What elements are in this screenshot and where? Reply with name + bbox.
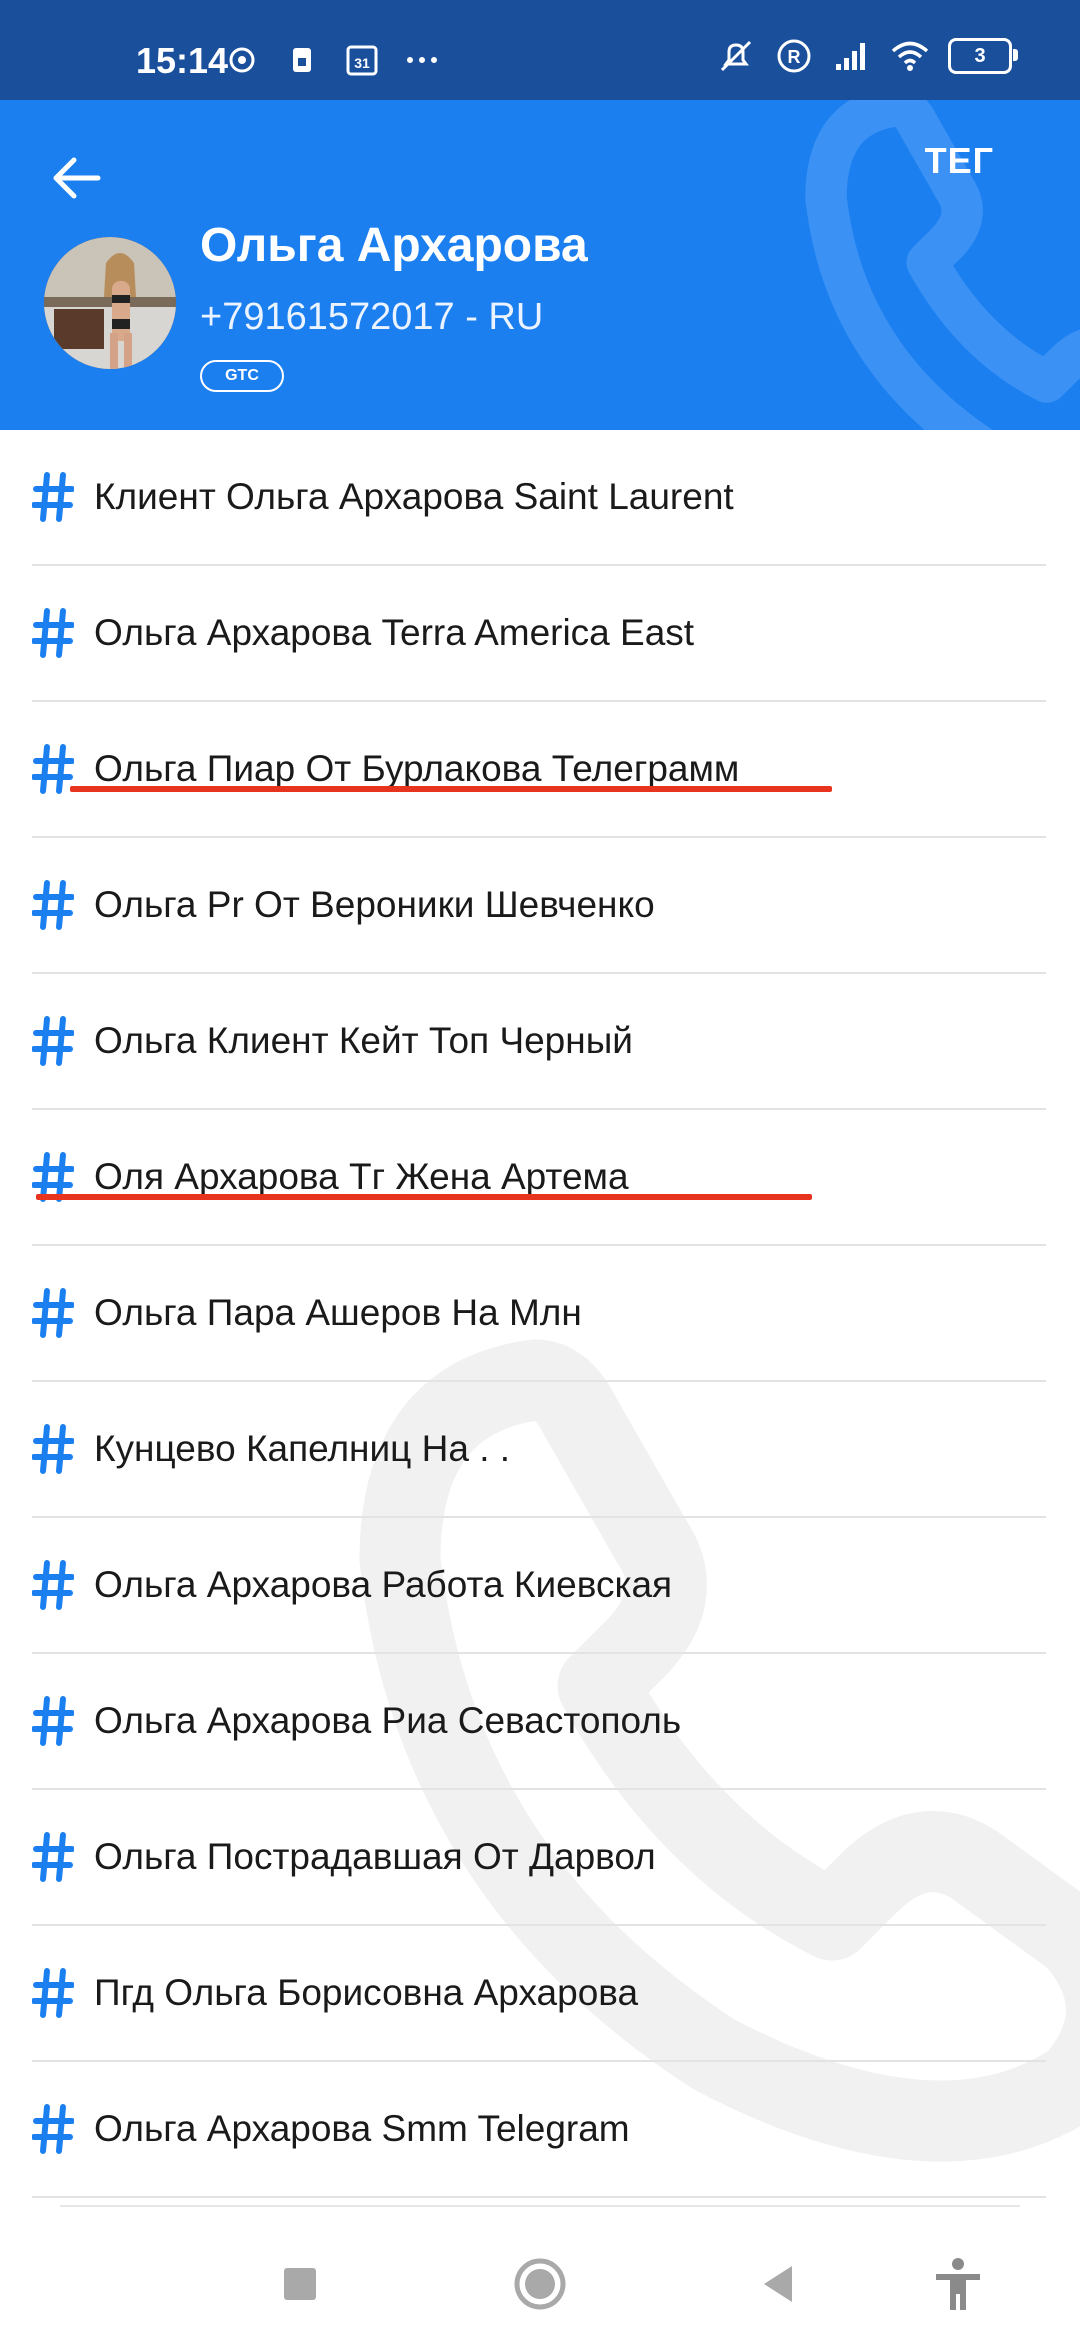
tag-label: Ольга Архарова Риа Севастополь	[94, 1700, 682, 1741]
tag-list-item[interactable]: Ольга Архарова Риа Севастополь	[32, 1654, 1046, 1790]
sim-icon	[293, 48, 311, 72]
tag-list-item[interactable]: Ольга Архарова Terra America East	[32, 566, 1046, 702]
contact-name: Ольга Архарова	[200, 219, 588, 272]
svg-text:31: 31	[354, 55, 370, 71]
battery-level: 3	[974, 44, 986, 67]
tag-list-item[interactable]: Ольга Pr От Вероники Шевченко	[32, 838, 1046, 974]
tag-list-item[interactable]: Ольга Клиент Кейт Топ Черный	[32, 974, 1046, 1110]
tag-label: Ольга Pr От Вероники Шевченко	[94, 884, 655, 925]
gear-icon	[229, 47, 255, 73]
tag-label: Пгд Ольга Борисовна Архарова	[94, 1972, 639, 2013]
status-right-icons: R 3	[716, 36, 1018, 76]
hashtag-icon	[32, 608, 74, 658]
status-left-icons: 31	[222, 40, 442, 80]
red-underline-annotation	[36, 1194, 812, 1200]
hashtag-icon	[32, 2104, 74, 2154]
hashtag-icon	[32, 744, 74, 794]
more-dots-icon	[407, 57, 437, 63]
tag-label: Ольга Пиар От Бурлакова Телеграмм	[94, 748, 740, 789]
calendar-icon: 31	[346, 45, 378, 76]
battery-icon: 3	[948, 38, 1018, 74]
status-time: 15:14	[136, 40, 229, 81]
registered-icon: R	[777, 39, 811, 73]
source-badge: GTC	[200, 360, 284, 392]
tag-list-item[interactable]: Оля Архарова Тг Жена Артема	[32, 1110, 1046, 1246]
hashtag-icon	[32, 1288, 74, 1338]
wifi-icon	[891, 41, 929, 71]
tag-label: Ольга Архарова Работа Киевская	[94, 1564, 673, 1605]
recents-icon[interactable]	[270, 2254, 330, 2314]
hashtag-icon	[32, 1424, 74, 1474]
contact-header: ТЕГ Ольга Архарова +79161572017 - RU GTC	[0, 100, 1080, 430]
hashtag-icon	[32, 472, 74, 522]
nav-divider	[60, 2205, 1020, 2207]
tag-list-item[interactable]: Клиент Ольга Архарова Saint Laurent	[32, 430, 1046, 566]
avatar-photo	[44, 237, 176, 369]
status-bar: 15:14 31 R 3	[0, 0, 1080, 100]
tag-list-item[interactable]: Ольга Пострадавшая От Дарвол	[32, 1790, 1046, 1926]
back-icon[interactable]	[748, 2254, 808, 2314]
tag-label: Ольга Клиент Кейт Топ Черный	[94, 1020, 633, 1061]
hashtag-icon	[32, 1832, 74, 1882]
tag-list-item[interactable]: Ольга Пара Ашеров На Млн	[32, 1246, 1046, 1382]
hashtag-icon	[32, 1016, 74, 1066]
hashtag-icon	[32, 1696, 74, 1746]
muted-icon	[720, 40, 752, 72]
accessibility-icon[interactable]	[928, 2254, 988, 2314]
tag-list-item[interactable]: Ольга Пиар От Бурлакова Телеграмм	[32, 702, 1046, 838]
home-icon[interactable]	[510, 2254, 570, 2314]
tag-label: Оля Архарова Тг Жена Артема	[94, 1156, 629, 1197]
tag-list-item[interactable]: Пгд Ольга Борисовна Архарова	[32, 1926, 1046, 2062]
hashtag-icon	[32, 1968, 74, 2018]
tag-button[interactable]: ТЕГ	[925, 140, 994, 182]
tag-list-item[interactable]: Кунцево Капелниц На . .	[32, 1382, 1046, 1518]
tag-label: Ольга Пара Ашеров На Млн	[94, 1292, 582, 1333]
svg-text:R: R	[788, 47, 801, 67]
tag-label: Ольга Архарова Terra America East	[94, 612, 695, 653]
contact-phone: +79161572017 - RU	[200, 296, 544, 338]
avatar[interactable]	[44, 237, 176, 369]
back-arrow-icon[interactable]	[46, 146, 110, 210]
tag-label: Ольга Пострадавшая От Дарвол	[94, 1836, 656, 1877]
tag-label: Кунцево Капелниц На . .	[94, 1428, 511, 1469]
navigation-bar	[0, 2220, 1080, 2340]
tag-list: Клиент Ольга Архарова Saint Laurent Ольга…	[0, 430, 1080, 2198]
tag-label: Ольга Архарова Smm Telegram	[94, 2108, 630, 2149]
tag-label: Клиент Ольга Архарова Saint Laurent	[94, 476, 734, 517]
hashtag-icon	[32, 880, 74, 930]
tag-list-item[interactable]: Ольга Архарова Smm Telegram	[32, 2062, 1046, 2198]
red-underline-annotation	[70, 786, 832, 792]
hashtag-icon	[32, 1560, 74, 1610]
signal-icon	[836, 43, 865, 70]
tag-list-item[interactable]: Ольга Архарова Работа Киевская	[32, 1518, 1046, 1654]
